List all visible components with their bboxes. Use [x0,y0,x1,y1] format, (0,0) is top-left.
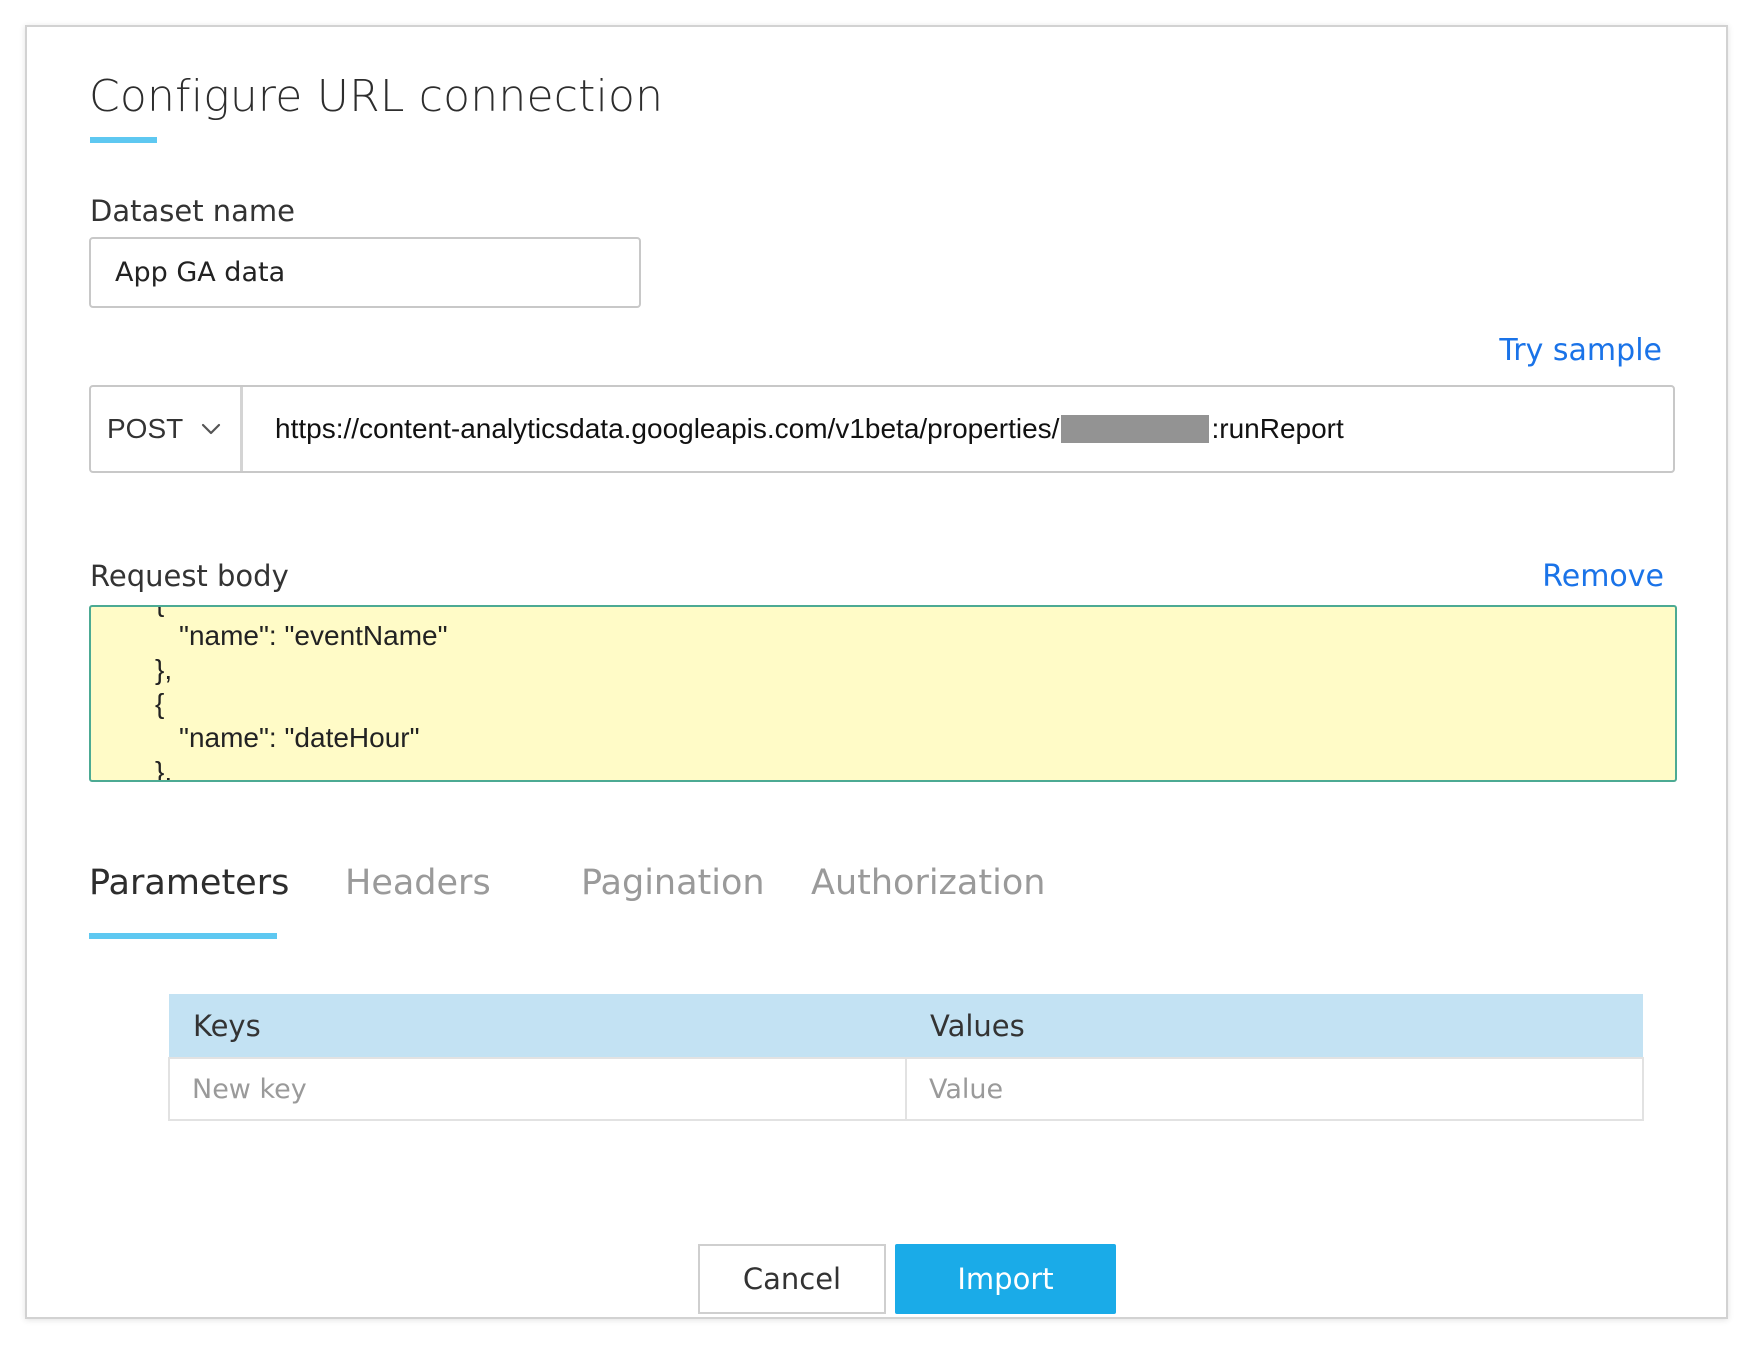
dataset-name-label: Dataset name [90,194,296,228]
request-body-editor[interactable]: { "name": "eventName" }, { "name": "date… [89,605,1677,782]
configure-url-dialog: Configure URL connection Dataset name Tr… [25,25,1728,1319]
key-cell [168,1057,907,1121]
dataset-name-input[interactable] [89,237,641,308]
values-column-header: Values [930,1008,1025,1043]
url-suffix: :runReport [1211,413,1344,444]
value-cell [905,1057,1644,1121]
http-method-label: POST [107,413,184,444]
active-tab-indicator [89,933,277,939]
request-body-label: Request body [90,559,289,593]
new-value-input[interactable] [907,1059,1642,1119]
cancel-button[interactable]: Cancel [698,1244,886,1314]
tab-parameters[interactable]: Parameters [89,863,289,903]
tab-headers[interactable]: Headers [345,863,491,903]
parameters-table: Keys Values [168,994,1644,1121]
code-line: { [155,688,165,719]
code-line: "name": "eventName" [179,620,448,651]
url-input[interactable]: https://content-analyticsdata.googleapis… [243,387,1673,471]
redacted-property-id [1061,415,1210,443]
new-key-input[interactable] [170,1059,905,1119]
tab-authorization[interactable]: Authorization [811,863,1045,903]
tab-pagination[interactable]: Pagination [581,863,765,903]
settings-tabs: Parameters Headers Pagination Authorizat… [89,863,1089,943]
chevron-down-icon [201,423,221,435]
request-body-code: { "name": "eventName" }, { "name": "date… [91,607,1675,782]
dialog-title: Configure URL connection [89,71,664,122]
table-row [168,1057,1644,1121]
import-button[interactable]: Import [895,1244,1116,1314]
keys-column-header: Keys [193,1008,261,1043]
remove-request-body-link[interactable]: Remove [1542,559,1664,594]
table-header-row: Keys Values [169,994,1643,1058]
code-line: { [91,607,1675,619]
title-accent-underline [90,137,157,143]
try-sample-link[interactable]: Try sample [1499,333,1662,368]
url-prefix: https://content-analyticsdata.googleapis… [275,413,1060,444]
code-line: }, [155,756,173,782]
url-bar: POST https://content-analyticsdata.googl… [89,385,1675,473]
http-method-select[interactable]: POST [91,387,243,471]
code-line: "name": "dateHour" [179,722,420,753]
code-line: }, [155,654,173,685]
